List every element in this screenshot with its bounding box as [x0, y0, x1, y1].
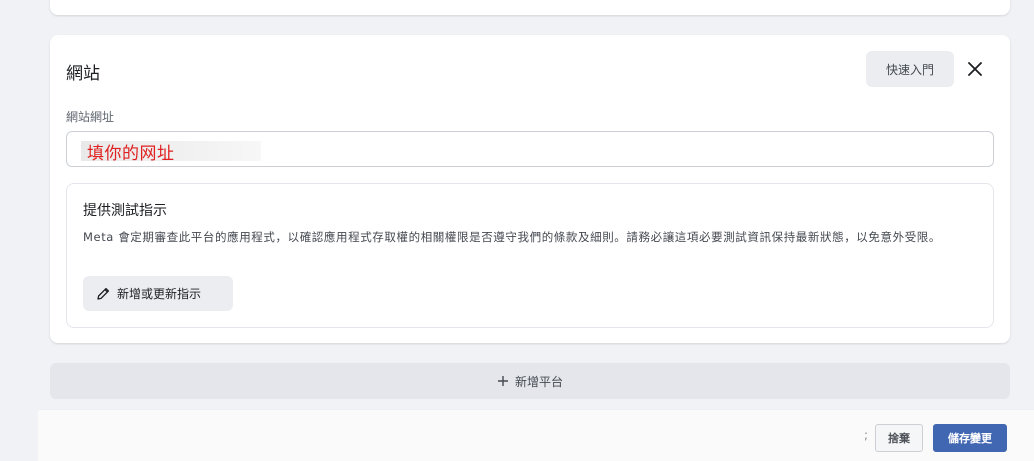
app-settings-page: 網站 快速入門 網站網址 填你的网址 提供測試指示 Meta 會定期審查此平台的… — [0, 0, 1034, 461]
pencil-icon — [97, 287, 110, 300]
discard-button[interactable]: 捨棄 — [875, 424, 923, 452]
site-url-field[interactable]: 填你的网址 — [66, 131, 994, 167]
footer-action-bar: ; 捨棄 儲存變更 — [38, 409, 1034, 461]
site-url-value: 填你的网址 — [87, 144, 175, 164]
quickstart-button[interactable]: 快速入門 — [866, 51, 954, 87]
close-icon — [968, 62, 982, 76]
test-instructions-box: 提供測試指示 Meta 會定期審查此平台的應用程式，以確認應用程式存取權的相關權… — [66, 183, 994, 328]
save-changes-button[interactable]: 儲存變更 — [933, 424, 1007, 452]
footer-separator: ; — [864, 428, 869, 442]
add-update-instructions-label: 新增或更新指示 — [117, 287, 202, 301]
card-title: 網站 — [66, 64, 100, 84]
add-update-instructions-button[interactable]: 新增或更新指示 — [83, 276, 233, 311]
close-button[interactable] — [962, 56, 988, 82]
site-url-label: 網站網址 — [66, 110, 115, 124]
test-instructions-description: Meta 會定期審查此平台的應用程式，以確認應用程式存取權的相關權限是否遵守我們… — [83, 230, 941, 244]
plus-icon — [497, 376, 508, 386]
website-platform-card: 網站 快速入門 網站網址 填你的网址 提供測試指示 Meta 會定期審查此平台的… — [50, 35, 1010, 343]
add-platform-label: 新增平台 — [514, 374, 563, 389]
test-instructions-title: 提供測試指示 — [83, 203, 167, 219]
add-platform-button[interactable]: 新增平台 — [50, 363, 1010, 399]
previous-card — [50, 0, 1010, 15]
